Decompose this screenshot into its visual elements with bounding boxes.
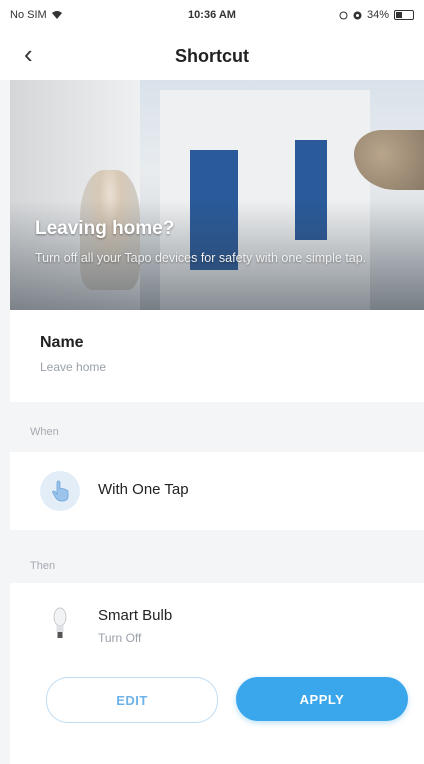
battery-icon (394, 10, 414, 20)
name-card[interactable]: Name Leave home (10, 310, 424, 402)
hero-title: Leaving home? (35, 218, 175, 239)
page-title: Shortcut (175, 46, 249, 66)
apply-button[interactable]: APPLY (236, 677, 408, 721)
shortcut-screen: No SIM 10:36 AM 34% ‹ Shortcut Leaving h… (0, 0, 424, 764)
when-card[interactable]: With One Tap (10, 452, 424, 530)
name-label: Name (40, 334, 84, 351)
trigger-label: With One Tap (98, 481, 189, 498)
status-bar: No SIM 10:36 AM 34% (0, 0, 424, 30)
edit-button[interactable]: EDIT (46, 677, 218, 723)
then-card: Smart Bulb Turn Off EDIT APPLY (10, 583, 424, 764)
navigation-bar: ‹ Shortcut (0, 30, 424, 80)
tap-icon (40, 471, 80, 511)
alarm-icon (339, 11, 348, 19)
status-right: 34% (339, 9, 414, 21)
device-name: Smart Bulb (98, 607, 173, 624)
when-section-label: When (30, 426, 59, 438)
name-value: Leave home (40, 360, 107, 374)
location-icon (353, 11, 362, 19)
bulb-icon (53, 607, 67, 638)
hero-subtitle: Turn off all your Tapo devices for safet… (35, 251, 367, 265)
hero-banner: Leaving home? Turn off all your Tapo dev… (10, 80, 424, 310)
device-action: Turn Off (98, 631, 142, 645)
then-section-label: Then (30, 560, 56, 572)
battery-percent: 34% (366, 9, 389, 21)
